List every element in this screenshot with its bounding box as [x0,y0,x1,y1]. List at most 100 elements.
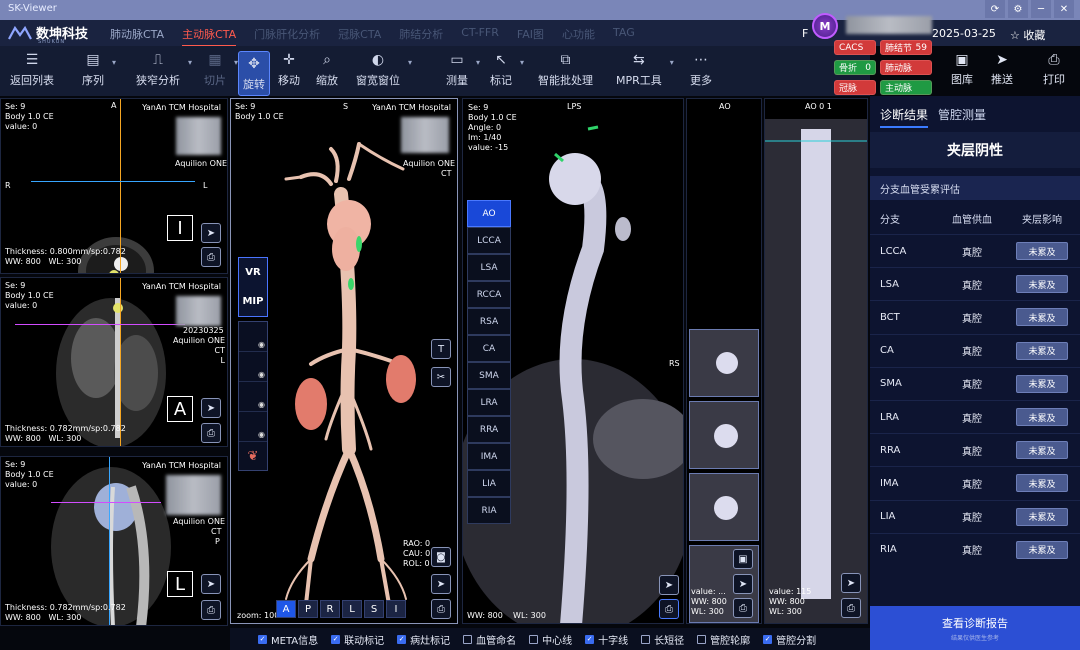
vessel-item[interactable]: LCCA [467,227,511,254]
print-icon[interactable]: ⎙ [841,598,861,618]
chevron-down-icon[interactable]: ▾ [408,58,412,67]
send-icon[interactable]: ➤ [733,574,753,594]
sagittal-viewport[interactable]: Se: 9 Body 1.0 CE value: 0 YanAn TCM Hospi… [0,456,228,626]
flag-2[interactable]: 骨折 0 [834,60,876,75]
vessel-item[interactable]: RRA [467,416,511,443]
effect-badge[interactable]: 未累及 [1016,507,1068,526]
send-icon[interactable]: ➤ [201,398,221,418]
vr-viewport[interactable]: Se: 9 Body 1.0 CE S YanAn TCM Hospital Aq… [230,98,458,624]
cross-section-thumb[interactable] [689,473,759,541]
more-tool-button[interactable]: ⋯ 更多 [690,51,712,88]
option-checkbox[interactable]: 管腔轮廓 [697,632,750,647]
refresh-icon[interactable]: ⟳ [985,0,1005,18]
mark-tool-button[interactable]: ↖ 标记 ▾ [490,51,524,88]
orientation-cube[interactable]: L [167,571,193,597]
vessel-item[interactable]: IMA [467,443,511,470]
option-checkbox[interactable]: 长短径 [641,632,684,647]
series-tool-button[interactable]: ▤ 序列 ▾ [82,51,116,88]
eye-icon[interactable]: ◉ [239,352,267,382]
close-button[interactable]: ✕ [1054,0,1074,18]
tab-0[interactable]: 诊断结果 [880,106,929,128]
camera-icon[interactable]: ◙ [431,547,451,567]
vessel-item[interactable]: RCCA [467,281,511,308]
print-icon[interactable]: ⎙ [431,599,451,619]
effect-badge[interactable]: 未累及 [1016,408,1068,426]
vessel-item[interactable]: LIA [467,470,511,497]
option-checkbox[interactable]: ✓ 管腔分割 [763,632,816,647]
favorite-button[interactable]: ☆ 收藏 [1010,27,1045,43]
vessel-item[interactable]: SMA [467,362,511,389]
orient-button-S[interactable]: S [364,600,384,618]
orient-button-L[interactable]: L [342,600,362,618]
settings-icon[interactable]: ⚙ [1008,0,1028,18]
gallery-button[interactable]: ▣ 图库 [944,52,980,87]
render-preset-list[interactable]: ◉ ◉ ◉ ◉ ❦ [238,321,268,471]
tab-0[interactable]: 肺动脉CTA [110,26,164,47]
scissors-icon[interactable]: ✂ [431,367,451,387]
orientation-cube[interactable]: I [167,215,193,241]
option-checkbox[interactable]: ✓ META信息 [258,632,318,647]
print-button[interactable]: ⎙ 打印 [1036,52,1072,87]
send-button[interactable]: ➤ 推送 [984,52,1020,87]
eye-icon[interactable]: ◉ [239,412,267,442]
flag-0[interactable]: CACS [834,40,876,55]
move-tool-button[interactable]: ✛ 移动 [278,51,300,88]
mip-mode-button[interactable]: MIP [242,296,263,307]
checkbox-icon[interactable] [697,634,707,644]
minimize-button[interactable]: ─ [1031,0,1051,18]
flag-3[interactable]: 肺动脉 [880,60,932,75]
send-icon[interactable]: ➤ [431,574,451,594]
print-icon[interactable]: ⎙ [201,423,221,443]
option-checkbox[interactable]: ✓ 十字线 [585,632,628,647]
orient-button-A[interactable]: A [276,600,296,618]
ao-cross-section-viewport[interactable]: AO ▣ ➤ ⎙ value: ... WW: 800 WL: 300 [686,98,762,624]
eye-icon[interactable]: ◉ [239,382,267,412]
tab-4[interactable]: 肺结分析 [399,26,443,47]
send-icon[interactable]: ➤ [201,574,221,594]
option-checkbox[interactable]: 中心线 [529,632,572,647]
avatar[interactable]: M [812,13,838,39]
window-level-tool-button[interactable]: ◐ 窗宽窗位 ▾ [356,51,412,88]
tab-5[interactable]: CT-FFR [461,26,499,47]
vessel-item[interactable]: AO [467,200,511,227]
checkbox-icon[interactable] [641,634,651,644]
list-tool-button[interactable]: ☰ 返回列表 [10,51,54,88]
flag-1[interactable]: 肺结节 59 [880,40,932,55]
eye-icon[interactable]: ◉ [239,322,267,352]
print-icon[interactable]: ⎙ [733,598,753,618]
effect-badge[interactable]: 未累及 [1016,474,1068,493]
axial-viewport[interactable]: Se: 9 Body 1.0 CE value: 0 A YanAn TCM Hos… [0,98,228,274]
send-icon[interactable]: ➤ [841,573,861,593]
checkbox-icon[interactable]: ✓ [397,634,407,644]
option-checkbox[interactable]: 血管命名 [463,632,516,647]
zoom-tool-button[interactable]: ⌕ 缩放 [316,51,338,88]
measure-tool-button[interactable]: ▭ 测量 ▾ [446,51,480,88]
vessel-item[interactable]: RSA [467,308,511,335]
flag-4[interactable]: 冠脉 [834,80,876,95]
effect-badge[interactable]: 未累及 [1016,341,1068,360]
effect-badge[interactable]: 未累及 [1016,308,1068,327]
send-icon[interactable]: ➤ [659,575,679,595]
layout-icon[interactable]: ▣ [733,549,753,569]
chevron-down-icon[interactable]: ▾ [112,58,116,67]
effect-badge[interactable]: 未累及 [1016,441,1068,460]
tab-8[interactable]: TAG [613,26,635,47]
checkbox-icon[interactable]: ✓ [258,634,267,644]
checkbox-icon[interactable] [529,634,539,644]
cross-section-thumb[interactable] [689,329,759,397]
print-icon[interactable]: ⎙ [201,247,221,267]
view-report-button[interactable]: 查看诊断报告 结果仅供医生参考 [870,606,1080,650]
vessel-item[interactable]: LSA [467,254,511,281]
checkbox-icon[interactable]: ✓ [763,634,773,644]
orient-button-R[interactable]: R [320,600,340,618]
ao-straightened-viewport[interactable]: AO 0 1 ➤ ⎙ value: 115 WW: 800 WL: 300 [764,98,868,624]
effect-badge[interactable]: 未累及 [1016,275,1068,294]
cross-section-thumb[interactable] [689,401,759,469]
tab-6[interactable]: FAI图 [517,26,544,47]
tab-2[interactable]: 门脉肝化分析 [254,26,320,47]
render-mode-selector[interactable]: VR MIP [238,257,268,317]
effect-badge[interactable]: 未累及 [1016,540,1068,559]
checkbox-icon[interactable]: ✓ [585,634,595,644]
vessel-item[interactable]: LRA [467,389,511,416]
print-icon[interactable]: ⎙ [201,600,221,620]
